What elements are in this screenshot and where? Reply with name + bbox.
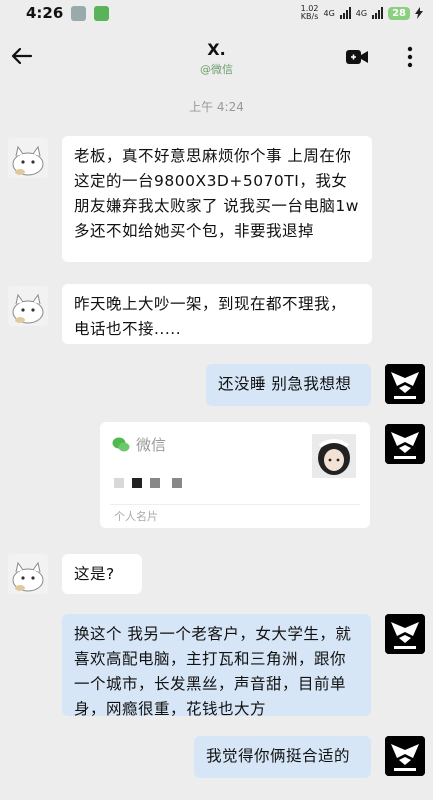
contact-card[interactable]: 微信 个人名片 bbox=[100, 422, 370, 528]
charging-icon bbox=[415, 7, 423, 19]
card-contact-name-mosaic bbox=[114, 478, 182, 488]
message-bubble-outgoing[interactable]: 换这个 我另一个老客户，女大学生，就喜欢高配电脑，主打瓦和三角洲，跟你一个城市，… bbox=[62, 614, 371, 718]
cat-avatar-icon bbox=[8, 286, 48, 326]
my-avatar[interactable] bbox=[385, 424, 425, 464]
card-app-name: 微信 bbox=[136, 436, 167, 454]
video-call-icon bbox=[346, 50, 368, 64]
cat-avatar-icon bbox=[8, 554, 48, 594]
battery-level: 28 bbox=[388, 6, 410, 20]
message-bubble-incoming[interactable]: 昨天晚上大吵一架，到现在都不理我，电话也不接..... bbox=[62, 284, 372, 344]
net-type-2: 4G bbox=[355, 8, 368, 18]
aorus-logo-icon bbox=[385, 736, 425, 776]
contact-avatar[interactable] bbox=[8, 138, 48, 178]
net-speed-unit: KB/s bbox=[300, 12, 319, 21]
signal-1-icon bbox=[339, 7, 351, 19]
status-time: 4:26 bbox=[26, 4, 64, 22]
message-bubble-outgoing[interactable]: 我觉得你俩挺合适的 bbox=[194, 736, 371, 778]
girl-avatar-icon bbox=[312, 434, 356, 478]
chat-header: X. @微信 bbox=[0, 34, 433, 84]
message-bubble-incoming[interactable]: 这是? bbox=[62, 554, 142, 594]
net-type-1: 4G bbox=[323, 8, 335, 18]
my-avatar[interactable] bbox=[385, 364, 425, 404]
aorus-logo-icon bbox=[385, 424, 425, 464]
message-bubble-incoming[interactable]: 老板，真不好意思麻烦你个事 上周在你这定的一台9800X3D+5070TI，我女… bbox=[62, 136, 372, 262]
wechat-notification-icon bbox=[94, 5, 110, 21]
card-type-label: 个人名片 bbox=[114, 510, 158, 523]
status-bar: 4:26 1.02 KB/s 4G 4G 28 bbox=[0, 0, 433, 26]
more-vertical-icon bbox=[407, 46, 413, 68]
card-app-header: 微信 bbox=[112, 434, 166, 455]
card-divider bbox=[110, 504, 360, 505]
my-avatar[interactable] bbox=[385, 736, 425, 776]
cat-avatar-icon bbox=[8, 138, 48, 178]
card-contact-photo bbox=[312, 434, 356, 478]
contact-avatar[interactable] bbox=[8, 554, 48, 594]
video-call-button[interactable] bbox=[345, 48, 369, 70]
more-options-button[interactable] bbox=[407, 46, 413, 72]
contact-avatar[interactable] bbox=[8, 286, 48, 326]
network-speed: 1.02 KB/s bbox=[301, 5, 319, 21]
notification-icon bbox=[71, 5, 87, 21]
aorus-logo-icon bbox=[385, 364, 425, 404]
aorus-logo-icon bbox=[385, 614, 425, 654]
signal-2-icon bbox=[372, 7, 384, 19]
message-timestamp: 上午 4:24 bbox=[189, 100, 244, 114]
message-bubble-outgoing[interactable]: 还没睡 别急我想想 bbox=[206, 364, 371, 406]
my-avatar[interactable] bbox=[385, 614, 425, 654]
wechat-icon bbox=[112, 437, 130, 451]
